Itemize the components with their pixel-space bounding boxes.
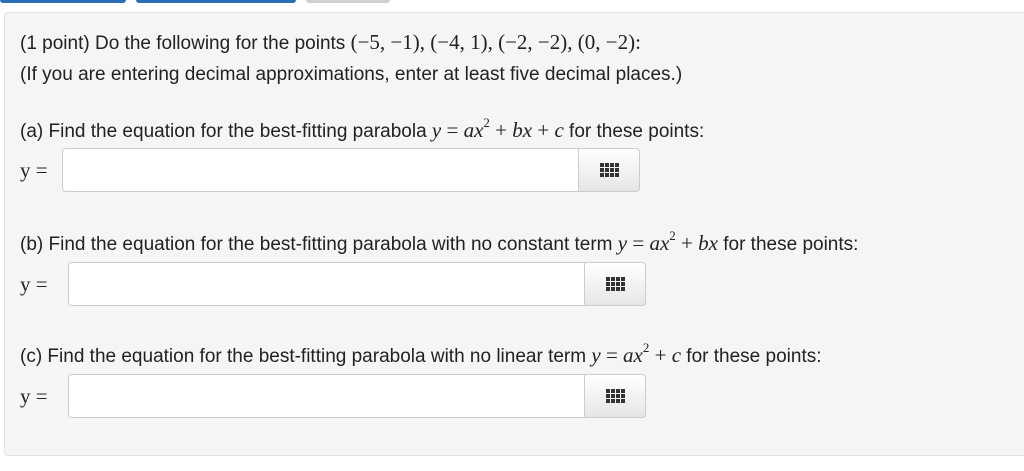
part-a-prefix: (a) Find the equation for the best-fitti… [20,121,432,142]
top-bar [0,0,1024,6]
part-c-equation-editor-button[interactable] [584,374,646,418]
part-b-answer-label: y = [20,272,48,296]
part-a-equation: y = ax2 + bx + c [431,115,564,142]
decimal-instruction: (If you are entering decimal approximati… [20,64,683,85]
part-b-prefix: (b) Find the equation for the best-fitti… [20,234,618,255]
points-list: (−5, −1), (−4, 1), (−2, −2), (0, −2): [350,30,641,54]
problem-intro-text: (1 point) Do the following for the point… [20,33,351,54]
nav-tab-1[interactable] [0,0,126,3]
problem-statement: (1 point) Do the following for the point… [20,30,641,56]
part-a-suffix: for these points: [563,121,705,142]
equation-editor-icon [605,277,625,291]
part-c-suffix: for these points: [681,346,822,367]
nav-tab-2[interactable] [136,0,296,3]
part-b-answer-group [68,262,646,306]
part-c-answer-input[interactable] [68,374,584,418]
part-c-answer-group [68,374,646,418]
part-b-question: (b) Find the equation for the best-fitti… [20,228,859,257]
part-b-equation: y = ax2 + bx [617,228,718,255]
part-c-question: (c) Find the equation for the best-fitti… [20,340,822,369]
part-c-equation: y = ax2 + c [591,340,682,367]
part-b-suffix: for these points: [717,234,859,255]
nav-tab-3[interactable] [306,0,390,3]
equation-editor-icon [599,163,619,177]
part-a-answer-input[interactable] [62,148,578,192]
part-b-answer-input[interactable] [68,262,584,306]
part-a-question: (a) Find the equation for the best-fitti… [20,115,705,144]
part-b-equation-editor-button[interactable] [584,262,646,306]
part-c-answer-label: y = [20,384,48,408]
part-a-equation-editor-button[interactable] [578,148,640,192]
part-a-answer-group [62,148,640,192]
part-a-answer-label: y = [20,158,48,182]
equation-editor-icon [605,389,625,403]
part-c-prefix: (c) Find the equation for the best-fitti… [20,346,592,367]
